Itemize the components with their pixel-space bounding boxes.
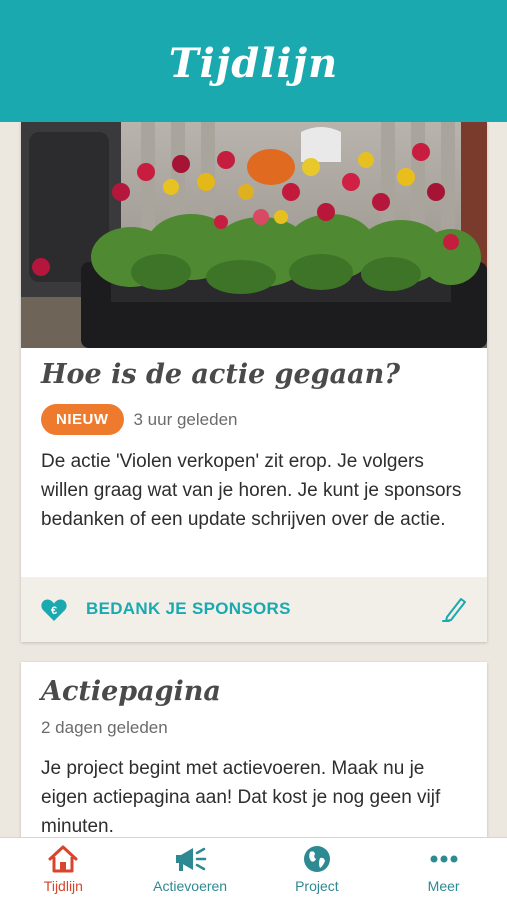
card-timestamp: 3 uur geleden bbox=[133, 409, 238, 429]
home-icon bbox=[48, 845, 78, 873]
thank-sponsors-button[interactable]: € BEDANK JE SPONSORS bbox=[21, 577, 487, 642]
heart-euro-icon: € bbox=[41, 599, 67, 621]
svg-text:€: € bbox=[51, 605, 57, 617]
timeline-card-campaign-result: Hoe is de actie gegaan? NIEUW 3 uur gele… bbox=[21, 122, 487, 642]
tab-label: Meer bbox=[427, 878, 460, 894]
card-meta: NIEUW 3 uur geleden bbox=[41, 404, 237, 435]
megaphone-icon bbox=[176, 847, 207, 871]
tab-meer[interactable]: Meer bbox=[380, 838, 507, 900]
tab-project[interactable]: Project bbox=[254, 838, 381, 900]
card-timestamp: 2 dagen geleden bbox=[41, 718, 168, 737]
tab-label: Project bbox=[295, 878, 339, 894]
tab-label: Tijdlijn bbox=[43, 878, 83, 894]
card-body-text: Je project begint met actievoeren. Maak … bbox=[41, 758, 441, 837]
card-body-text: De actie 'Violen verkopen' zit erop. Je … bbox=[41, 451, 462, 530]
card-title: Hoe is de actie gegaan? bbox=[41, 359, 401, 390]
app-header: Tijdlijn bbox=[0, 0, 507, 122]
tab-actievoeren[interactable]: Actievoeren bbox=[127, 838, 254, 900]
more-dots-icon bbox=[430, 855, 458, 863]
globe-icon bbox=[303, 846, 330, 872]
card-title: Actiepagina bbox=[41, 676, 221, 707]
campaign-photo-violets bbox=[21, 122, 487, 348]
card-meta: 2 dagen geleden bbox=[41, 718, 168, 738]
thank-sponsors-label: BEDANK JE SPONSORS bbox=[86, 599, 291, 618]
timeline-feed[interactable]: Hoe is de actie gegaan? NIEUW 3 uur gele… bbox=[0, 122, 507, 837]
pen-icon[interactable] bbox=[441, 595, 469, 623]
page-title: Tijdlijn bbox=[168, 39, 339, 87]
tab-tijdlijn[interactable]: Tijdlijn bbox=[0, 838, 127, 900]
bottom-tab-bar: Tijdlijn Actievoeren Project Meer bbox=[0, 837, 507, 900]
tab-label: Actievoeren bbox=[153, 878, 228, 894]
new-badge: NIEUW bbox=[41, 404, 124, 435]
timeline-card-campaign-page: Actiepagina 2 dagen geleden Je project b… bbox=[21, 662, 487, 837]
